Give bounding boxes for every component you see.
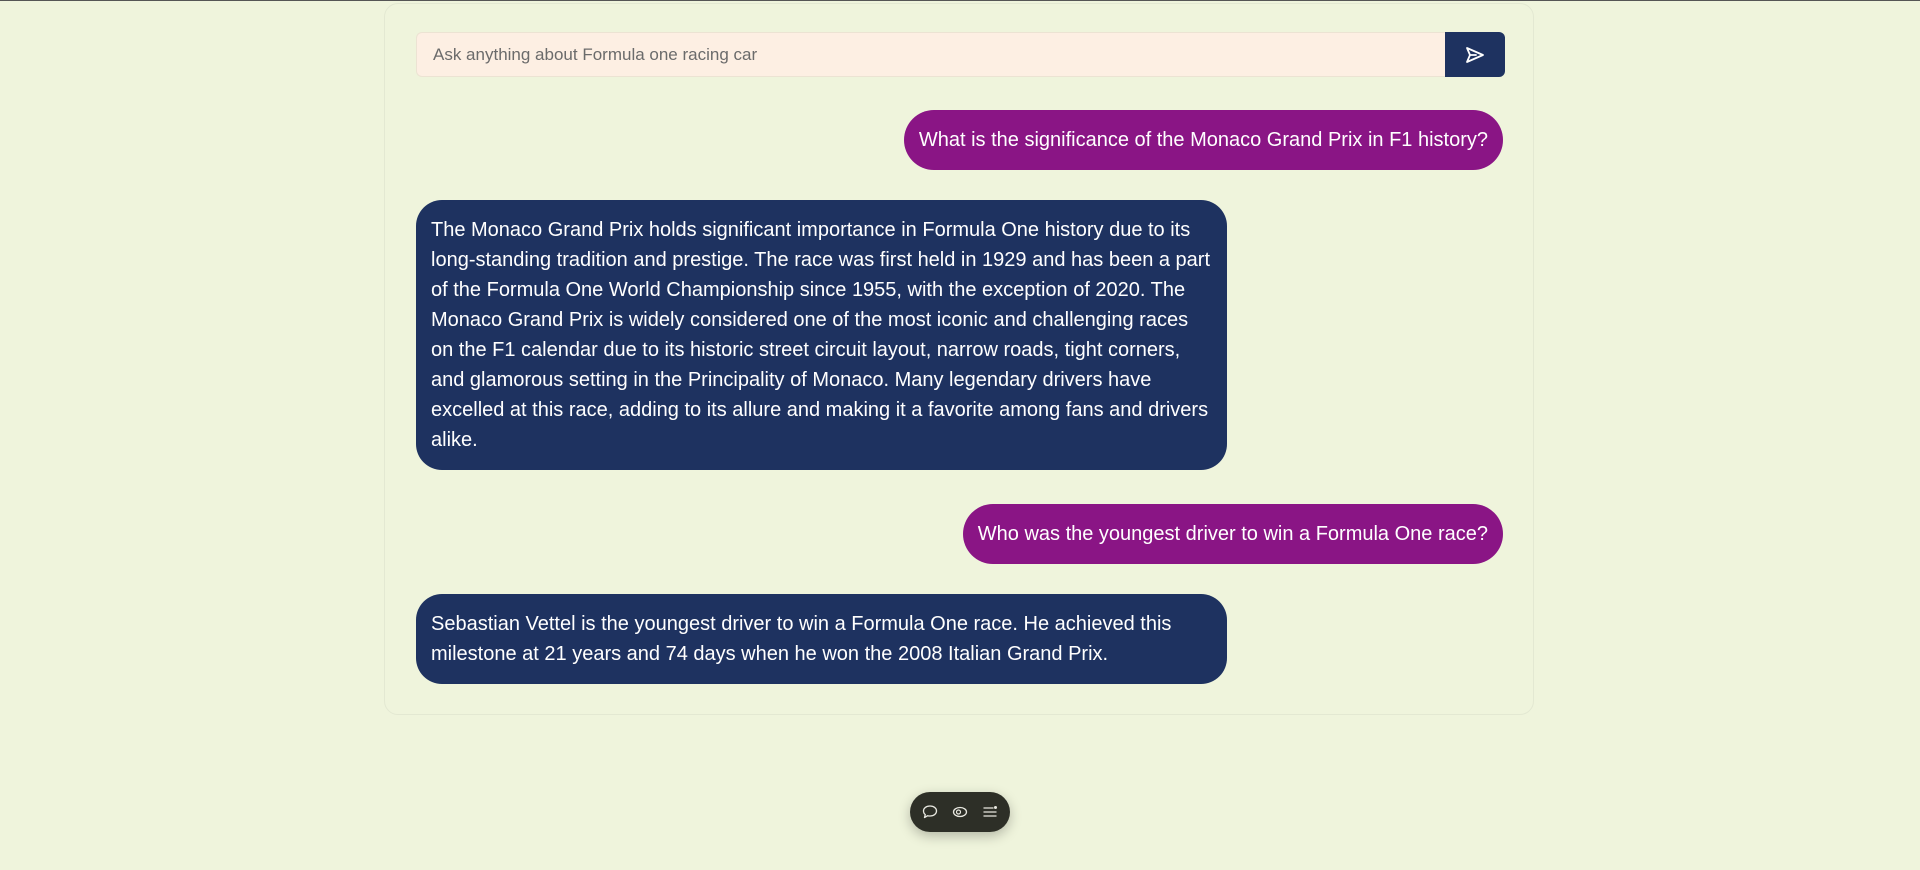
send-icon [1465, 46, 1485, 64]
assistant-message: The Monaco Grand Prix holds significant … [416, 200, 1227, 470]
send-button[interactable] [1445, 32, 1505, 77]
top-border [0, 0, 1920, 1]
floating-toolbar [910, 792, 1010, 832]
chat-input-row [416, 32, 1505, 77]
toggle-icon[interactable] [950, 802, 970, 822]
user-message: Who was the youngest driver to win a For… [962, 504, 1503, 564]
chat-bubble-icon[interactable] [920, 802, 940, 822]
chat-panel: What is the significance of the Monaco G… [384, 3, 1534, 715]
assistant-message: Sebastian Vettel is the youngest driver … [416, 594, 1227, 684]
user-message: What is the significance of the Monaco G… [903, 110, 1503, 170]
chat-input[interactable] [416, 32, 1445, 77]
list-settings-icon[interactable] [980, 802, 1000, 822]
